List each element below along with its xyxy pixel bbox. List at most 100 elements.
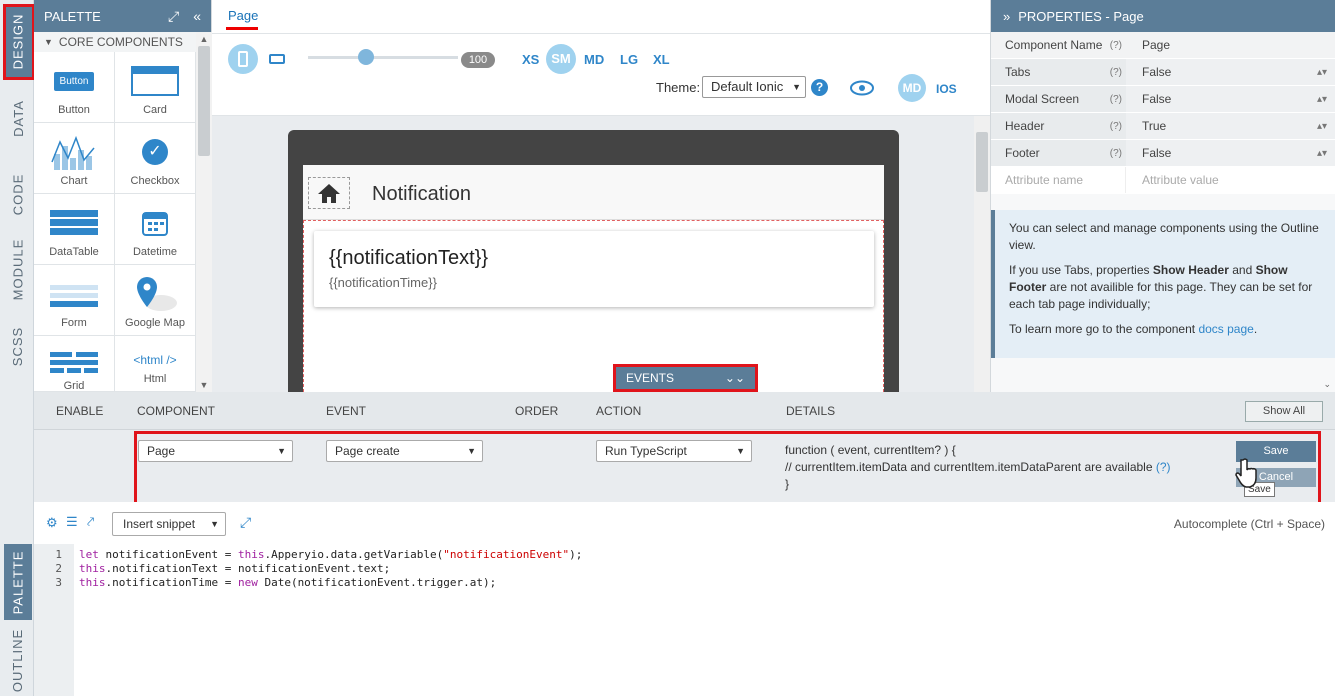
scroll-up-icon[interactable]: ▲: [196, 32, 212, 44]
show-all-button[interactable]: Show All: [1245, 401, 1323, 422]
insert-snippet-select[interactable]: Insert snippet ▼: [112, 512, 226, 536]
page-content: {{notificationText}} {{notificationTime}…: [303, 220, 884, 392]
home-button[interactable]: [308, 177, 350, 209]
palette-item-google-map[interactable]: Google Map: [115, 265, 196, 336]
card-icon: [131, 64, 179, 98]
properties-title: PROPERTIES - Page: [1018, 8, 1144, 24]
mode-md-button[interactable]: MD: [898, 74, 926, 102]
size-xs-button[interactable]: XS: [522, 52, 539, 67]
caret-down-icon: ▼: [210, 519, 219, 529]
code-lines[interactable]: let notificationEvent = this.Apperyio.da…: [79, 548, 582, 590]
palette-scrollbar[interactable]: ▲ ▼: [196, 32, 212, 392]
tab-data[interactable]: DATA: [4, 84, 32, 152]
tab-palette[interactable]: PALETTE: [4, 544, 32, 620]
prop-select-tabs[interactable]: False ▴▾: [1126, 59, 1335, 85]
card-title: {{notificationText}}: [329, 247, 489, 269]
properties-panel: » PROPERTIES - Page Component Name (?) Page…: [990, 0, 1335, 392]
map-pin-icon: [131, 277, 179, 311]
card-subtitle: {{notificationTime}}: [329, 275, 437, 290]
fullscreen-icon[interactable]: ⤢: [240, 514, 251, 531]
col-order: ORDER: [515, 404, 559, 418]
size-md-button[interactable]: MD: [584, 52, 604, 67]
prop-select-modal-screen[interactable]: False ▴▾: [1126, 86, 1335, 112]
size-lg-button[interactable]: LG: [620, 52, 638, 67]
zoom-slider-track[interactable]: [308, 56, 458, 59]
code-editor[interactable]: 123 let notificationEvent = this.Apperyi…: [34, 544, 1335, 696]
palette-section[interactable]: ▼ CORE COMPONENTS: [34, 32, 211, 52]
sort-arrows-icon: ▴▾: [1316, 120, 1327, 132]
design-canvas: Notification {{notificationText}} {{noti…: [212, 116, 974, 392]
size-xl-button[interactable]: XL: [653, 52, 670, 67]
sort-arrows-icon: ▴▾: [1316, 147, 1327, 159]
prop-row-modal-screen: Modal Screen (?) False ▴▾: [991, 86, 1335, 113]
page-tabbar: Page: [212, 0, 990, 34]
form-icon: [50, 277, 98, 311]
help-icon[interactable]: (?): [1110, 148, 1122, 159]
expand-icon[interactable]: ⤢: [168, 8, 179, 25]
highlight-design-tab: [3, 4, 35, 80]
wand-icon[interactable]: ⤤: [87, 514, 94, 530]
tab-scss[interactable]: SCSS: [4, 312, 32, 380]
help-icon[interactable]: (?): [1110, 67, 1122, 78]
palette-item-card[interactable]: Card: [115, 52, 196, 123]
design-toolbar: 100 XS SM MD LG XL Theme: Default Ionic ▼…: [212, 34, 990, 116]
settings-icon[interactable]: ⚙: [46, 515, 58, 531]
help-icon[interactable]: (?): [1110, 40, 1122, 51]
info-text-3: To learn more go to the component docs p…: [1009, 322, 1258, 336]
palette-item-datetime[interactable]: Datetime: [115, 194, 196, 265]
theme-select[interactable]: Default Ionic ▼: [702, 76, 806, 98]
zoom-slider-thumb[interactable]: [358, 49, 374, 65]
line-gutter: 123: [34, 544, 74, 696]
palette-panel: PALETTE ⤢ « ▼ CORE COMPONENTS Button Butto…: [34, 0, 212, 392]
size-sm-button[interactable]: SM: [546, 44, 576, 74]
col-enable: ENABLE: [56, 404, 104, 418]
canvas-scrollbar[interactable]: [974, 116, 990, 392]
palette-item-checkbox[interactable]: ✓ Checkbox: [115, 123, 196, 194]
palette-item-form[interactable]: Form: [34, 265, 115, 336]
events-toggle-button[interactable]: EVENTS ⌄⌄: [613, 364, 758, 392]
palette-item-chart[interactable]: Chart: [34, 123, 115, 194]
autocomplete-hint: Autocomplete (Ctrl + Space): [1173, 517, 1325, 531]
scroll-thumb[interactable]: [198, 46, 210, 156]
indent-icon[interactable]: ☰: [66, 514, 78, 530]
device-screen: Notification {{notificationText}} {{noti…: [303, 165, 884, 392]
scroll-down-icon[interactable]: ⌄: [1323, 379, 1331, 390]
prop-value-component-name[interactable]: Page: [1126, 32, 1335, 58]
caret-down-icon: ▼: [44, 37, 53, 47]
palette-item-button[interactable]: Button Button: [34, 52, 115, 123]
collapse-right-icon[interactable]: »: [1003, 9, 1010, 24]
device-frame: Notification {{notificationText}} {{noti…: [288, 130, 899, 392]
help-icon[interactable]: ?: [811, 79, 828, 96]
col-details: DETAILS: [786, 404, 836, 418]
palette-item-html[interactable]: <html /> Html: [115, 336, 196, 392]
phone-landscape-icon[interactable]: [269, 54, 285, 64]
code-line-1: let notificationEvent = this.Apperyio.da…: [79, 548, 583, 561]
palette-item-datatable[interactable]: DataTable: [34, 194, 115, 265]
attribute-name-input[interactable]: Attribute name: [991, 167, 1126, 193]
scroll-down-icon[interactable]: ▼: [196, 380, 212, 390]
palette-item-grid[interactable]: Grid: [34, 336, 115, 392]
scroll-thumb[interactable]: [976, 132, 988, 192]
tab-module[interactable]: MODULE: [4, 234, 32, 304]
tab-page[interactable]: Page: [228, 8, 258, 23]
col-event: EVENT: [326, 404, 367, 418]
code-line-3: this.notificationTime = new Date(notific…: [79, 576, 497, 589]
notification-card[interactable]: {{notificationText}} {{notificationTime}…: [314, 231, 874, 307]
help-icon[interactable]: (?): [1110, 94, 1122, 105]
tab-code[interactable]: CODE: [4, 160, 32, 228]
phone-portrait-icon[interactable]: [228, 44, 258, 74]
preview-eye-icon[interactable]: [849, 80, 875, 96]
tab-outline[interactable]: OUTLINE: [4, 624, 32, 696]
prop-select-footer[interactable]: False ▴▾: [1126, 140, 1335, 166]
page-header[interactable]: Notification: [303, 165, 884, 220]
datatable-icon: [50, 206, 98, 240]
page-title: Notification: [372, 183, 471, 205]
help-icon[interactable]: (?): [1110, 121, 1122, 132]
mode-ios-button[interactable]: IOS: [936, 82, 957, 96]
attribute-value-input[interactable]: Attribute value: [1126, 167, 1335, 193]
prop-row-attribute: Attribute name Attribute value: [991, 167, 1335, 194]
prop-select-header[interactable]: True ▴▾: [1126, 113, 1335, 139]
palette-title: PALETTE: [44, 8, 101, 24]
collapse-left-icon[interactable]: «: [193, 8, 201, 25]
docs-link[interactable]: docs page: [1198, 322, 1253, 336]
